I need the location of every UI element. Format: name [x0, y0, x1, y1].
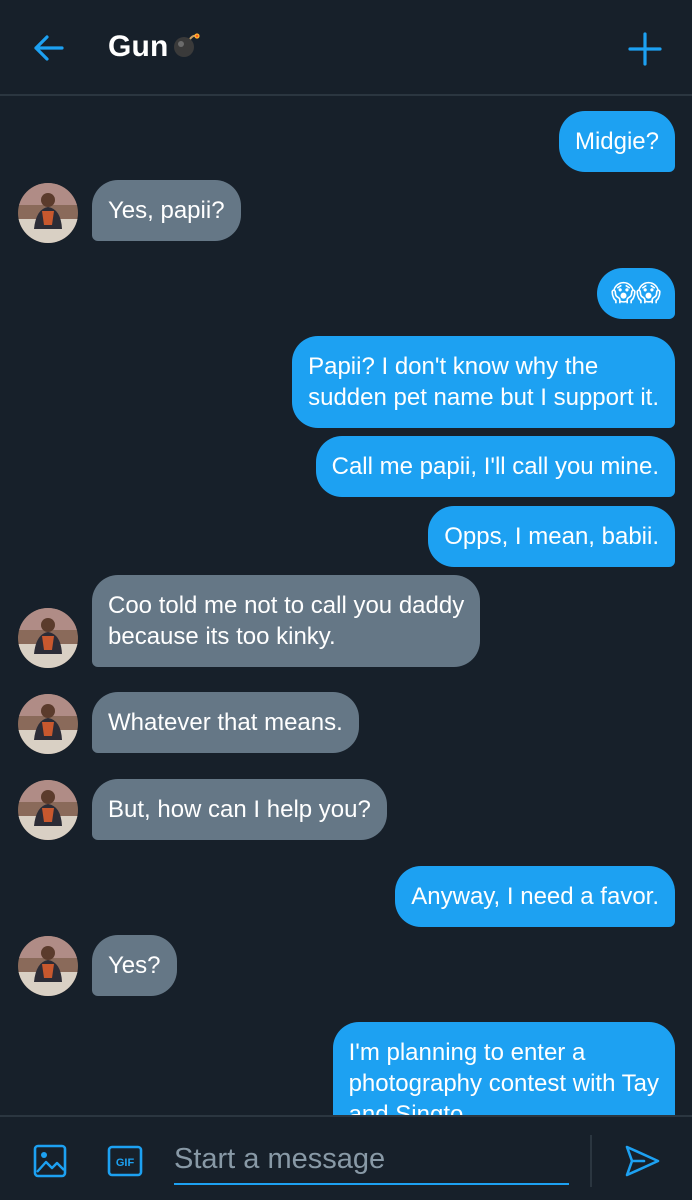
conversation-header: Gun: [0, 0, 692, 96]
message-outgoing[interactable]: Opps, I mean, babii.: [428, 506, 675, 567]
message-incoming[interactable]: Coo told me not to call you daddy becaus…: [92, 575, 481, 667]
message-text: 😱😱: [610, 280, 661, 307]
message-outgoing[interactable]: Midgie?: [558, 111, 675, 172]
message-line: Papii? I don't know why the: [308, 353, 599, 380]
bomb-icon: [173, 33, 200, 57]
message-incoming[interactable]: Yes?: [92, 935, 177, 996]
message-incoming[interactable]: But, how can I help you?: [92, 779, 387, 840]
send-icon[interactable]: [622, 1141, 662, 1181]
message-text: Opps, I mean, babii.: [444, 523, 659, 550]
message-outgoing[interactable]: Call me papii, I'll call you mine.: [315, 436, 675, 497]
message-line: sudden pet name but I support it.: [308, 384, 659, 411]
message-incoming[interactable]: Whatever that means.: [92, 692, 359, 753]
message-text: But, how can I help you?: [108, 796, 371, 823]
message-text: Midgie?: [574, 128, 659, 155]
message-text: Yes?: [108, 952, 161, 979]
plus-icon[interactable]: [626, 30, 664, 68]
image-icon[interactable]: [32, 1143, 68, 1179]
message-line: because its too kinky.: [108, 623, 336, 650]
message-input-placeholder: Start a message: [174, 1143, 386, 1175]
message-line: Coo told me not to call you daddy: [108, 592, 465, 619]
message-outgoing[interactable]: Anyway, I need a favor.: [395, 866, 675, 927]
conversation-title[interactable]: Gun: [108, 30, 201, 64]
arrow-left-icon[interactable]: [28, 28, 68, 68]
message-outgoing[interactable]: Papii? I don't know why the sudden pet n…: [292, 336, 675, 428]
message-line: and Singto: [348, 1101, 464, 1115]
avatar[interactable]: [18, 694, 78, 754]
message-outgoing[interactable]: 😱😱: [596, 268, 675, 319]
avatar[interactable]: [18, 183, 78, 243]
message-composer: GIF Start a message: [0, 1115, 692, 1200]
message-line: I'm planning to enter a: [348, 1039, 586, 1066]
message-outgoing[interactable]: I'm planning to enter a photography cont…: [332, 1022, 675, 1115]
gif-label: GIF: [116, 1157, 135, 1169]
message-line: photography contest with Tay: [348, 1070, 659, 1097]
message-input[interactable]: Start a message: [174, 1135, 569, 1185]
message-text: Yes, papii?: [108, 197, 225, 224]
contact-name: Gun: [108, 30, 169, 63]
message-text: Anyway, I need a favor.: [411, 883, 659, 910]
message-incoming[interactable]: Yes, papii?: [92, 180, 241, 241]
message-text: Whatever that means.: [108, 709, 343, 736]
avatar[interactable]: [18, 936, 78, 996]
divider: [590, 1135, 592, 1187]
avatar[interactable]: [18, 780, 78, 840]
message-thread[interactable]: Midgie? Yes, papii? 😱😱 Papii? I don't kn…: [0, 98, 692, 1115]
gif-icon[interactable]: GIF: [107, 1145, 143, 1177]
avatar[interactable]: [18, 608, 78, 668]
message-text: Call me papii, I'll call you mine.: [331, 453, 659, 480]
